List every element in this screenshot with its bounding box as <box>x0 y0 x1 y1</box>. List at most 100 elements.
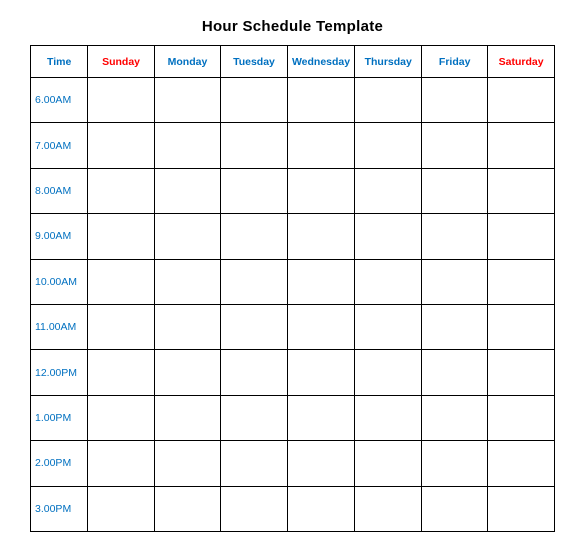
schedule-cell[interactable] <box>422 441 488 486</box>
table-row: 8.00AM <box>31 168 555 213</box>
schedule-cell[interactable] <box>422 395 488 440</box>
schedule-cell[interactable] <box>221 78 288 123</box>
schedule-cell[interactable] <box>355 123 422 168</box>
schedule-cell[interactable] <box>221 214 288 259</box>
schedule-cell[interactable] <box>88 350 154 395</box>
schedule-cell[interactable] <box>422 78 488 123</box>
schedule-cell[interactable] <box>88 486 154 531</box>
schedule-cell[interactable] <box>287 259 355 304</box>
schedule-cell[interactable] <box>355 78 422 123</box>
table-row: 11.00AM <box>31 304 555 349</box>
schedule-cell[interactable] <box>88 304 154 349</box>
schedule-cell[interactable] <box>88 441 154 486</box>
schedule-cell[interactable] <box>422 123 488 168</box>
schedule-cell[interactable] <box>221 441 288 486</box>
schedule-cell[interactable] <box>287 123 355 168</box>
schedule-cell[interactable] <box>154 350 220 395</box>
table-row: 1.00PM <box>31 395 555 440</box>
schedule-table: Time Sunday Monday Tuesday Wednesday Thu… <box>30 45 555 532</box>
schedule-cell[interactable] <box>287 214 355 259</box>
header-monday: Monday <box>154 46 220 78</box>
header-thursday: Thursday <box>355 46 422 78</box>
time-cell: 1.00PM <box>31 395 88 440</box>
schedule-cell[interactable] <box>154 123 220 168</box>
schedule-cell[interactable] <box>221 259 288 304</box>
schedule-cell[interactable] <box>154 168 220 213</box>
header-wednesday: Wednesday <box>287 46 355 78</box>
schedule-cell[interactable] <box>287 441 355 486</box>
header-time: Time <box>31 46 88 78</box>
table-row: 3.00PM <box>31 486 555 531</box>
schedule-cell[interactable] <box>221 395 288 440</box>
time-cell: 10.00AM <box>31 259 88 304</box>
schedule-cell[interactable] <box>488 395 555 440</box>
time-cell: 6.00AM <box>31 78 88 123</box>
time-cell: 11.00AM <box>31 304 88 349</box>
schedule-cell[interactable] <box>488 486 555 531</box>
schedule-cell[interactable] <box>355 259 422 304</box>
schedule-cell[interactable] <box>422 486 488 531</box>
schedule-cell[interactable] <box>287 486 355 531</box>
page-title: Hour Schedule Template <box>202 18 383 35</box>
schedule-cell[interactable] <box>154 214 220 259</box>
schedule-cell[interactable] <box>154 441 220 486</box>
time-cell: 7.00AM <box>31 123 88 168</box>
schedule-cell[interactable] <box>488 78 555 123</box>
schedule-cell[interactable] <box>355 168 422 213</box>
schedule-cell[interactable] <box>287 168 355 213</box>
schedule-cell[interactable] <box>154 486 220 531</box>
schedule-cell[interactable] <box>88 168 154 213</box>
schedule-cell[interactable] <box>88 214 154 259</box>
header-row: Time Sunday Monday Tuesday Wednesday Thu… <box>31 46 555 78</box>
schedule-cell[interactable] <box>287 304 355 349</box>
schedule-cell[interactable] <box>355 214 422 259</box>
schedule-cell[interactable] <box>355 395 422 440</box>
schedule-cell[interactable] <box>355 486 422 531</box>
table-row: 2.00PM <box>31 441 555 486</box>
time-cell: 3.00PM <box>31 486 88 531</box>
schedule-cell[interactable] <box>355 350 422 395</box>
schedule-cell[interactable] <box>422 214 488 259</box>
table-row: 12.00PM <box>31 350 555 395</box>
table-row: 10.00AM <box>31 259 555 304</box>
schedule-cell[interactable] <box>422 350 488 395</box>
schedule-cell[interactable] <box>488 168 555 213</box>
schedule-cell[interactable] <box>154 78 220 123</box>
time-cell: 8.00AM <box>31 168 88 213</box>
schedule-cell[interactable] <box>221 350 288 395</box>
schedule-cell[interactable] <box>221 486 288 531</box>
schedule-cell[interactable] <box>488 123 555 168</box>
schedule-cell[interactable] <box>488 304 555 349</box>
table-row: 6.00AM <box>31 78 555 123</box>
schedule-cell[interactable] <box>154 304 220 349</box>
schedule-cell[interactable] <box>422 259 488 304</box>
schedule-cell[interactable] <box>488 214 555 259</box>
schedule-cell[interactable] <box>287 78 355 123</box>
time-cell: 2.00PM <box>31 441 88 486</box>
header-friday: Friday <box>422 46 488 78</box>
schedule-cell[interactable] <box>422 304 488 349</box>
schedule-cell[interactable] <box>287 395 355 440</box>
time-cell: 12.00PM <box>31 350 88 395</box>
table-row: 9.00AM <box>31 214 555 259</box>
schedule-cell[interactable] <box>488 441 555 486</box>
schedule-cell[interactable] <box>287 350 355 395</box>
schedule-cell[interactable] <box>88 123 154 168</box>
schedule-cell[interactable] <box>488 259 555 304</box>
schedule-cell[interactable] <box>88 395 154 440</box>
time-cell: 9.00AM <box>31 214 88 259</box>
schedule-cell[interactable] <box>88 78 154 123</box>
schedule-cell[interactable] <box>355 304 422 349</box>
schedule-cell[interactable] <box>422 168 488 213</box>
schedule-cell[interactable] <box>355 441 422 486</box>
schedule-cell[interactable] <box>154 395 220 440</box>
table-row: 7.00AM <box>31 123 555 168</box>
schedule-cell[interactable] <box>488 350 555 395</box>
schedule-cell[interactable] <box>221 123 288 168</box>
schedule-cell[interactable] <box>221 304 288 349</box>
schedule-cell[interactable] <box>221 168 288 213</box>
schedule-cell[interactable] <box>88 259 154 304</box>
header-saturday: Saturday <box>488 46 555 78</box>
header-tuesday: Tuesday <box>221 46 288 78</box>
schedule-cell[interactable] <box>154 259 220 304</box>
